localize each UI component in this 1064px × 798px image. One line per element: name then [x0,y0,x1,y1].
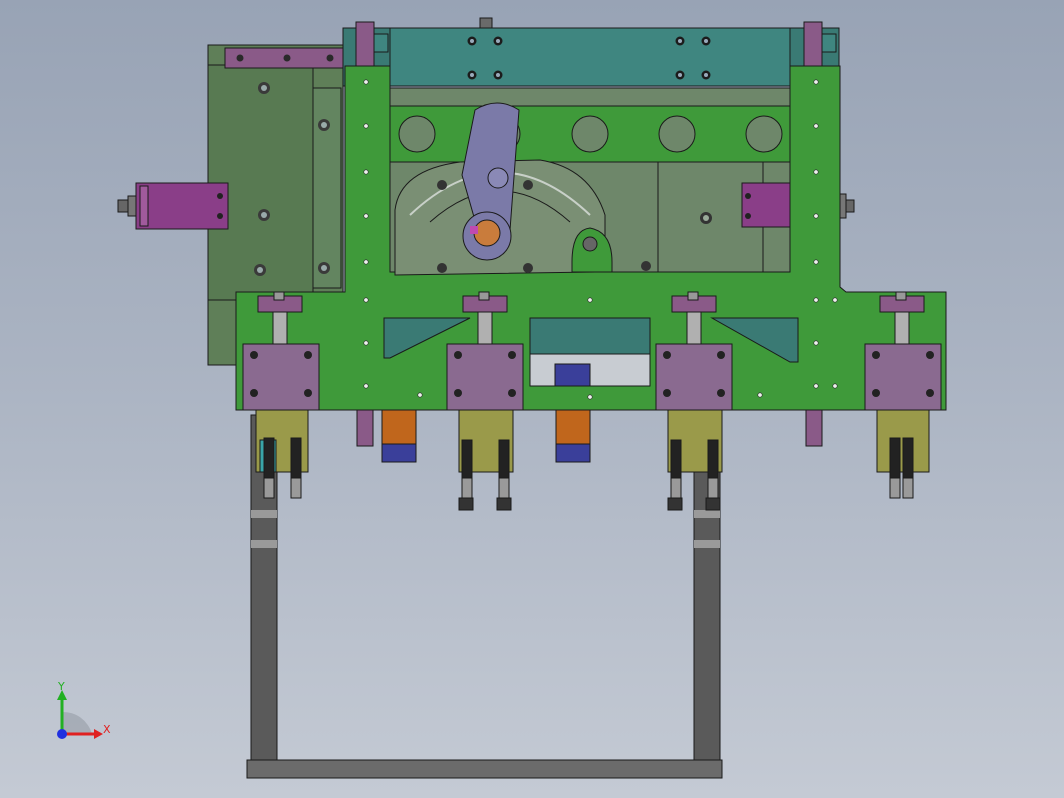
cad-viewport[interactable]: Y X [0,0,1064,798]
cad-drawing: Y X [57,17,947,779]
x-axis-head [94,729,103,739]
guide-post-right [803,21,823,67]
frame-right-clamp-1 [694,510,720,518]
top-left-rail[interactable] [224,47,344,69]
guide-post-left [355,21,375,67]
proximity-sensor-right[interactable] [555,409,591,463]
left-pneumatic-cylinder[interactable] [117,182,229,230]
proximity-sensor-left[interactable] [381,409,417,463]
frame-left-clamp-2 [251,540,277,548]
y-axis-label: Y [57,680,65,693]
frame-right-clamp-2 [694,540,720,548]
frame-left-clamp-1 [251,510,277,518]
top-guide-block[interactable] [342,17,840,87]
z-axis-origin [57,729,67,739]
coordinate-triad: Y X [57,680,111,739]
x-axis-label: X [103,723,111,736]
frame-base-bar [246,759,723,779]
